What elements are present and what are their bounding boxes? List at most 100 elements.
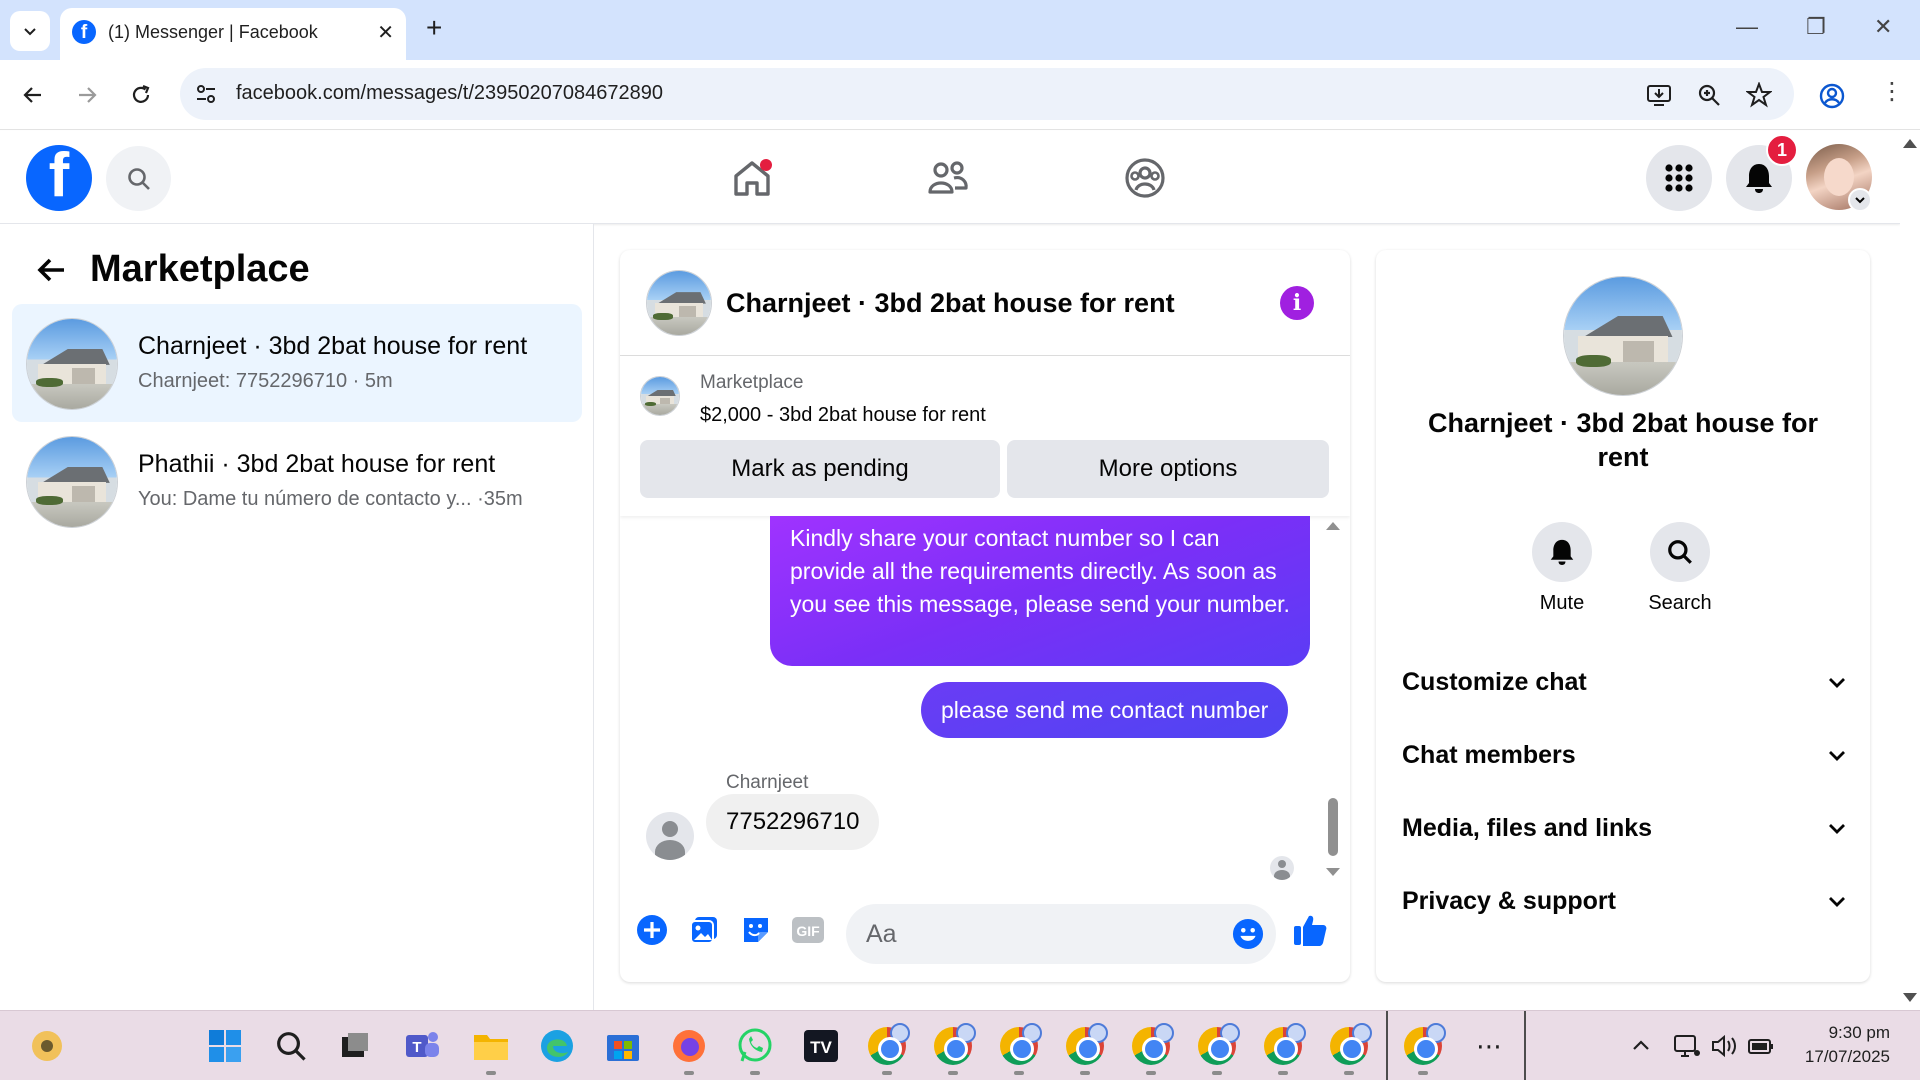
send-like-button[interactable] [1292,912,1328,948]
taskbar-separator [1524,1011,1526,1080]
reload-button[interactable] [124,78,158,112]
nav-home-button[interactable] [722,151,782,205]
account-menu-chevron[interactable] [1848,188,1872,212]
restore-icon[interactable]: ❐ [1806,14,1826,40]
address-bar[interactable]: facebook.com/messages/t/2395020708467289… [180,68,1794,120]
firefox-icon[interactable] [668,1025,710,1075]
attach-photo-button[interactable] [686,912,722,948]
search-in-conversation-button[interactable]: Search [1625,522,1735,615]
weather-widget-icon[interactable] [26,1025,68,1067]
chrome-profile-icon[interactable] [1196,1023,1240,1075]
sender-avatar[interactable] [646,812,694,860]
zoom-icon[interactable] [1696,82,1722,108]
gif-button[interactable]: GIF [790,912,826,948]
edge-icon[interactable] [536,1025,578,1067]
windows-start-icon[interactable] [204,1025,246,1067]
microsoft-store-icon[interactable] [602,1025,644,1067]
task-view-icon[interactable] [334,1025,376,1067]
more-apps-icon[interactable]: ⋯ [1468,1025,1510,1067]
show-hidden-icons-chevron-icon[interactable] [1620,1025,1662,1067]
chrome-profile-icon[interactable] [1262,1023,1306,1075]
chrome-profile-icon[interactable] [1130,1023,1174,1075]
chrome-profile-icon[interactable] [1064,1023,1108,1075]
chrome-profile-icon[interactable] [866,1023,910,1075]
taskbar-separator [1386,1011,1388,1080]
chrome-profile-icon[interactable] [1328,1023,1372,1075]
mark-as-pending-button[interactable]: Mark as pending [640,440,1000,498]
chrome-profile-icon[interactable] [932,1023,976,1075]
media-files-links-section[interactable]: Media, files and links [1402,806,1848,850]
chrome-profile-icon[interactable] [998,1023,1042,1075]
facebook-logo-icon[interactable]: f [26,145,92,211]
browser-menu-icon[interactable]: ⋮ [1880,80,1904,104]
browser-tab[interactable]: f (1) Messenger | Facebook ✕ [60,8,406,60]
conversation-snippet: Charnjeet: 7752296710 · 5m [138,370,393,392]
nav-groups-button[interactable] [1115,151,1175,205]
details-avatar[interactable] [1563,276,1683,396]
conversation-item[interactable]: Phathii · 3bd 2bat house for rent You: D… [12,422,582,540]
scroll-down-arrow-icon[interactable] [1326,868,1340,876]
chat-title[interactable]: Charnjeet · 3bd 2bat house for rent [726,288,1175,319]
install-app-icon[interactable] [1646,82,1672,108]
page-scroll-up-icon[interactable] [1903,139,1917,148]
minimize-icon[interactable]: — [1736,14,1758,40]
taskbar-search-icon[interactable] [270,1025,312,1067]
teams-icon[interactable]: T [402,1025,444,1067]
menu-button[interactable] [1646,145,1712,211]
search-label: Search [1648,592,1712,614]
message-scrollbar-thumb[interactable] [1328,798,1338,856]
browser-profile-icon[interactable] [1818,82,1846,110]
chrome-profile-icon[interactable] [1402,1023,1446,1075]
site-settings-icon[interactable] [194,82,218,106]
sticker-button[interactable] [738,912,774,948]
system-clock[interactable]: 9:30 pm 17/07/2025 [1778,1021,1890,1069]
search-icon [127,167,150,190]
forward-button[interactable] [70,78,104,112]
url-text: facebook.com/messages/t/2395020708467289… [236,82,663,104]
reload-icon [132,84,150,103]
sticker-icon [744,918,768,942]
page-scroll-down-icon[interactable] [1903,993,1917,1002]
more-options-button[interactable]: More options [1007,440,1329,498]
conversation-item[interactable]: Charnjeet · 3bd 2bat house for rent Char… [12,304,582,422]
nav-friends-button[interactable] [918,151,978,205]
facebook-search-button[interactable] [106,146,171,211]
arrow-right-icon [79,87,97,103]
marketplace-listing-bar: Marketplace $2,000 - 3bd 2bat house for … [620,356,1350,516]
left-panel-header: Marketplace [36,248,310,291]
bookmark-star-icon[interactable] [1746,82,1772,108]
file-explorer-icon[interactable] [470,1025,512,1075]
chevron-down-icon [1829,678,1845,688]
privacy-support-section[interactable]: Privacy & support [1402,879,1848,923]
chat-avatar[interactable] [646,270,712,336]
facebook-favicon-icon: f [72,20,96,44]
listing-thumbnail[interactable] [640,376,680,416]
emoji-icon[interactable] [1232,918,1264,950]
close-window-icon[interactable]: ✕ [1874,14,1892,40]
network-icon[interactable] [1666,1025,1708,1067]
svg-text:GIF: GIF [796,923,820,939]
windows-taskbar: T TV ⋯ 9:30 pm 17/07/2025 [0,1010,1920,1080]
tab-search-button[interactable] [10,11,50,51]
thumbs-up-icon [1294,915,1327,946]
new-tab-button[interactable]: + [426,14,442,42]
chat-members-section[interactable]: Chat members [1402,733,1848,777]
conversation-list-panel: Marketplace Charnjeet · 3bd 2bat house f… [0,224,594,1010]
back-button[interactable] [16,78,50,112]
scroll-up-arrow-icon[interactable] [1326,522,1340,530]
battery-icon[interactable] [1740,1025,1782,1067]
message-composer: GIF Aa [620,886,1350,982]
tradingview-icon[interactable]: TV [800,1025,842,1067]
back-arrow-icon[interactable] [36,254,68,286]
mute-button[interactable]: Mute [1507,522,1617,615]
whatsapp-icon[interactable] [734,1025,776,1075]
plus-circle-icon [637,915,667,945]
customize-chat-section[interactable]: Customize chat [1402,660,1848,704]
message-input[interactable]: Aa [846,904,1276,964]
close-tab-icon[interactable]: ✕ [377,20,394,45]
listing-price-title[interactable]: $2,000 - 3bd 2bat house for rent [700,404,986,427]
page-scrollbar[interactable] [1900,131,1920,1010]
avatar-face [1824,158,1854,196]
info-icon[interactable]: i [1280,286,1314,320]
more-actions-button[interactable] [634,912,670,948]
